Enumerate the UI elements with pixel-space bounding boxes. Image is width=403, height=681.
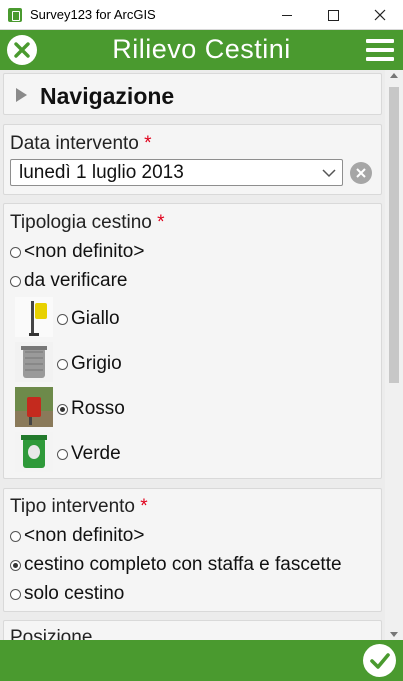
radio-option[interactable]: solo cestino [10,583,124,605]
tipo-intervento-question: Tipo intervento * <non definito> cestino… [3,488,382,612]
scrollbar-thumb[interactable] [389,87,399,383]
scroll-up-icon[interactable] [390,73,398,78]
grey-bin-image [15,342,53,382]
radio-option[interactable]: cestino completo con staffa e fascette [10,554,342,576]
navigazione-label: Navigazione [40,83,175,109]
minimize-icon [282,14,292,16]
posizione-question: Posizione [3,620,382,640]
date-picker-field[interactable]: lunedì 1 luglio 2013 [10,159,343,186]
tipologia-cestino-question: Tipologia cestino * <non definito> da ve… [3,203,382,479]
clear-date-button[interactable] [350,162,372,184]
clear-icon [356,168,366,178]
radio-option[interactable]: <non definito> [10,525,144,547]
green-bin-image [15,432,53,472]
navigazione-group-header[interactable]: Navigazione [3,73,382,115]
form-scroll-area[interactable]: Navigazione Data intervento * lunedì 1 l… [0,70,403,640]
radio-button[interactable] [10,275,21,287]
data-intervento-question: Data intervento * lunedì 1 luglio 2013 [3,124,382,195]
checkmark-icon [369,652,390,669]
radio-option[interactable]: Grigio [57,353,122,375]
radio-button-selected[interactable] [57,403,68,415]
radio-button[interactable] [57,358,68,370]
yellow-bin-image [15,297,53,337]
app-icon [8,8,22,22]
close-icon [374,9,386,21]
radio-option[interactable]: da verificare [10,270,128,292]
required-mark: * [140,496,148,517]
radio-option[interactable]: <non definito> [10,241,144,263]
window-titlebar: Survey123 for ArcGIS [0,0,403,30]
vertical-scrollbar[interactable] [385,70,403,640]
radio-option[interactable]: Verde [57,443,121,465]
required-mark: * [157,212,165,233]
radio-option[interactable]: Rosso [57,398,125,420]
scroll-down-icon[interactable] [390,632,398,637]
radio-button[interactable] [10,530,21,542]
hamburger-menu-icon[interactable] [366,39,394,61]
radio-button[interactable] [57,448,68,460]
radio-option[interactable]: Giallo [57,308,120,330]
tipologia-cestino-label: Tipologia cestino * [10,212,165,233]
date-value: lunedì 1 luglio 2013 [19,162,184,183]
required-mark: * [144,133,152,154]
form-title: Rilievo Cestini [112,34,291,64]
tipo-intervento-label: Tipo intervento * [10,496,148,517]
data-intervento-label: Data intervento * [10,133,152,154]
radio-button[interactable] [57,313,68,325]
radio-button[interactable] [10,588,21,600]
minimize-button[interactable] [264,0,310,30]
maximize-icon [327,9,339,21]
red-bin-image [15,387,53,427]
posizione-label: Posizione [10,627,93,640]
window-close-button[interactable] [357,0,403,30]
chevron-down-icon [322,169,336,178]
radio-button-selected[interactable] [10,559,21,571]
form-footer [0,640,403,681]
radio-button[interactable] [10,246,21,258]
app-header: Rilievo Cestini [0,30,403,70]
expand-arrow-icon [16,88,27,102]
maximize-button[interactable] [310,0,356,30]
submit-button[interactable] [363,644,396,677]
window-title: Survey123 for ArcGIS [30,7,156,22]
